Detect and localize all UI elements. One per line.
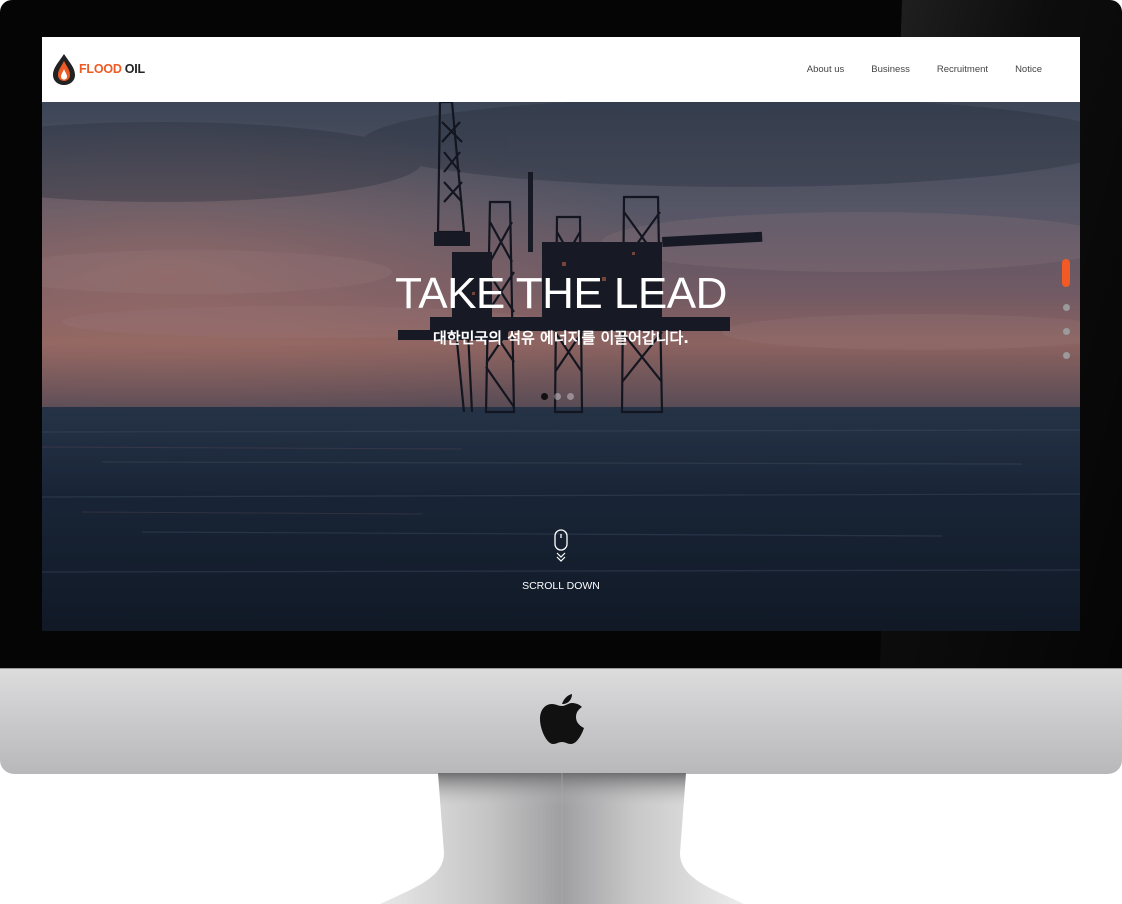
slide-dot-3[interactable] — [567, 393, 574, 400]
nav-about-us[interactable]: About us — [807, 64, 845, 75]
scroll-down-label: SCROLL DOWN — [522, 580, 600, 592]
section-dot-3[interactable] — [1062, 328, 1070, 335]
hero-headline: TAKE THE LEAD — [395, 269, 727, 318]
website-screen: FLOOD OIL About us Business Recruitment … — [42, 37, 1080, 631]
section-dot-4[interactable] — [1062, 352, 1070, 359]
mouse-icon — [554, 529, 568, 562]
section-pagination — [1061, 259, 1071, 359]
brand-name-primary: FLOOD — [79, 62, 122, 76]
section-dot-1[interactable] — [1062, 259, 1070, 287]
slide-pagination — [541, 393, 574, 400]
nav-recruitment[interactable]: Recruitment — [937, 64, 988, 75]
scroll-down-button[interactable] — [42, 529, 1080, 569]
site-header: FLOOD OIL About us Business Recruitment … — [42, 37, 1080, 102]
site-logo[interactable]: FLOOD OIL — [52, 51, 145, 87]
flame-drop-icon — [53, 53, 75, 85]
nav-notice[interactable]: Notice — [1015, 64, 1042, 75]
main-nav: About us Business Recruitment Notice — [807, 37, 1042, 102]
nav-business[interactable]: Business — [871, 64, 910, 75]
slide-dot-1[interactable] — [541, 393, 548, 400]
hero-subline: 대한민국의 석유 에너지를 이끌어갑니다. — [433, 329, 689, 347]
brand-name-secondary: OIL — [124, 62, 145, 76]
section-dot-2[interactable] — [1062, 304, 1070, 311]
imac-stand — [380, 773, 744, 904]
apple-logo-icon — [540, 694, 584, 744]
slide-dot-2[interactable] — [554, 393, 561, 400]
